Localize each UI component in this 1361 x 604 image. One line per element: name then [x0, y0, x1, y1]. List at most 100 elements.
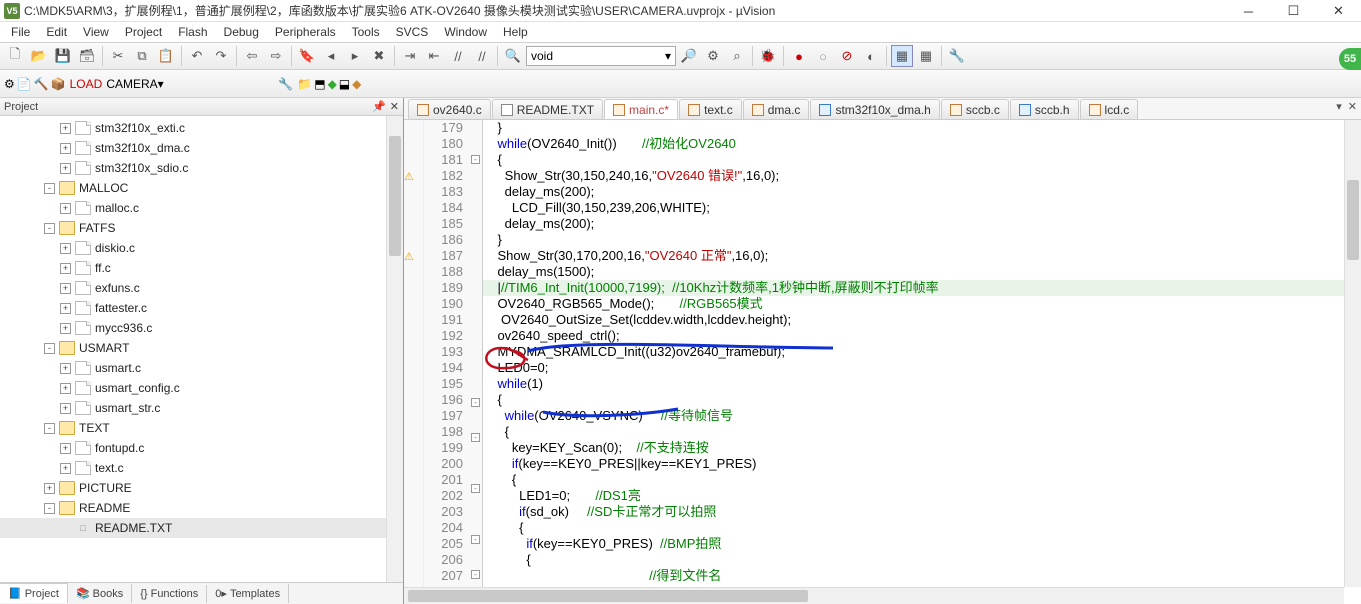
projtab-templates[interactable]: 0▸Templates	[207, 584, 289, 603]
incremental-icon[interactable]: ⌕	[726, 45, 748, 67]
expand-icon[interactable]: +	[60, 303, 71, 314]
expand-icon[interactable]: -	[44, 343, 55, 354]
code-area[interactable]: ⚠⚠ 1791801811821831841851861871881891901…	[404, 120, 1361, 604]
uncomment-icon[interactable]: //	[471, 45, 493, 67]
tree-scroll-thumb[interactable]	[389, 136, 401, 256]
fold-icon[interactable]: -	[471, 155, 480, 164]
debug-icon[interactable]: 🐞	[757, 45, 779, 67]
menu-edit[interactable]: Edit	[39, 23, 74, 41]
tree-node[interactable]: +fontupd.c	[0, 438, 403, 458]
code-line[interactable]: {	[483, 552, 1361, 568]
code-line[interactable]: MYDMA_SRAMLCD_Init((u32)ov2640_framebuf)…	[483, 344, 1361, 360]
window2-icon[interactable]: ▦	[915, 45, 937, 67]
code-line[interactable]: Show_Str(30,170,200,16,"OV2640 正常",16,0)…	[483, 248, 1361, 264]
tree-node[interactable]: +exfuns.c	[0, 278, 403, 298]
code-line[interactable]: OV2640_RGB565_Mode(); //RGB565模式	[483, 296, 1361, 312]
maximize-button[interactable]: ☐	[1271, 0, 1316, 22]
tree-node[interactable]: +fattester.c	[0, 298, 403, 318]
expand-icon[interactable]: -	[44, 423, 55, 434]
tree-node[interactable]: +stm32f10x_exti.c	[0, 118, 403, 138]
expand-icon[interactable]: +	[60, 403, 71, 414]
fold-column[interactable]: ------	[469, 120, 483, 604]
build-target-icon[interactable]: 📄	[17, 77, 32, 91]
open-icon[interactable]: 📂	[28, 45, 50, 67]
menu-help[interactable]: Help	[496, 23, 535, 41]
tree-node[interactable]: +text.c	[0, 458, 403, 478]
projtab-project[interactable]: 📘Project	[0, 583, 68, 603]
breakpoint-icon[interactable]: ●	[788, 45, 810, 67]
menu-svcs[interactable]: SVCS	[389, 23, 436, 41]
code-line[interactable]: OV2640_OutSize_Set(lcddev.width,lcddev.h…	[483, 312, 1361, 328]
packs-icon[interactable]: ◆	[328, 77, 337, 91]
code-line[interactable]: Show_Str(30,150,240,16,"OV2640 错误!",16,0…	[483, 168, 1361, 184]
indent-icon[interactable]: ⇥	[399, 45, 421, 67]
expand-icon[interactable]: +	[60, 143, 71, 154]
cut-icon[interactable]: ✂	[107, 45, 129, 67]
code-line[interactable]: }	[483, 120, 1361, 136]
code-line[interactable]: {	[483, 520, 1361, 536]
fold-icon[interactable]: -	[471, 433, 480, 442]
fold-icon[interactable]: -	[471, 570, 480, 579]
tree-scrollbar[interactable]	[386, 116, 403, 582]
tab-sccb-c[interactable]: sccb.c	[941, 99, 1009, 119]
tree-node[interactable]: -FATFS	[0, 218, 403, 238]
manage3-icon[interactable]: ⬓	[339, 77, 350, 91]
code-scrollbar-h[interactable]	[404, 587, 1344, 604]
tab-close-icon[interactable]: ✕	[1348, 100, 1357, 113]
findinfiles-icon[interactable]: ⚙	[702, 45, 724, 67]
menu-flash[interactable]: Flash	[171, 23, 214, 41]
code-line[interactable]: while(1)	[483, 376, 1361, 392]
menu-file[interactable]: File	[4, 23, 37, 41]
findreplace-icon[interactable]: 🔎	[678, 45, 700, 67]
expand-icon[interactable]: +	[60, 323, 71, 334]
menu-view[interactable]: View	[76, 23, 116, 41]
copy-icon[interactable]: ⧉	[131, 45, 153, 67]
expand-icon[interactable]: +	[60, 463, 71, 474]
tree-node[interactable]: +usmart.c	[0, 358, 403, 378]
tree-node[interactable]: -TEXT	[0, 418, 403, 438]
new-icon[interactable]: 🗋	[4, 45, 26, 67]
tree-node[interactable]: -README	[0, 498, 403, 518]
paste-icon[interactable]: 📋	[155, 45, 177, 67]
project-pin-icon[interactable]: 📌	[372, 101, 386, 113]
tab-dma-c[interactable]: dma.c	[743, 99, 810, 119]
bookmark-next-icon[interactable]: ▸	[344, 45, 366, 67]
expand-icon[interactable]: -	[44, 223, 55, 234]
code-line[interactable]: if(key==KEY0_PRES||key==KEY1_PRES)	[483, 456, 1361, 472]
save-icon[interactable]: 💾	[52, 45, 74, 67]
tab-text-c[interactable]: text.c	[679, 99, 742, 119]
window1-icon[interactable]: ▦	[891, 45, 913, 67]
code-line[interactable]: if(sd_ok) //SD卡正常才可以拍照	[483, 504, 1361, 520]
tree-node[interactable]: +diskio.c	[0, 238, 403, 258]
minimize-button[interactable]: ─	[1226, 0, 1271, 22]
tree-node[interactable]: +mycc936.c	[0, 318, 403, 338]
projtab-functions[interactable]: {}Functions	[132, 585, 207, 603]
menu-peripherals[interactable]: Peripherals	[268, 23, 343, 41]
code-line[interactable]: if(key==KEY0_PRES) //BMP拍照	[483, 536, 1361, 552]
fold-icon[interactable]: -	[471, 484, 480, 493]
tab-lcd-c[interactable]: lcd.c	[1080, 99, 1139, 119]
project-close-icon[interactable]: ✕	[390, 101, 399, 113]
tree-node[interactable]: +ff.c	[0, 258, 403, 278]
tab-ov2640-c[interactable]: ov2640.c	[408, 99, 491, 119]
expand-icon[interactable]: +	[60, 363, 71, 374]
expand-icon[interactable]: +	[44, 483, 55, 494]
manage4-icon[interactable]: ◆	[352, 77, 361, 91]
saveall-icon[interactable]: 🗃	[76, 45, 98, 67]
manage-icon[interactable]: 📁	[297, 77, 312, 91]
code-line[interactable]: delay_ms(1500);	[483, 264, 1361, 280]
code-line[interactable]: while(OV2640_VSYNC) //等待帧信号	[483, 408, 1361, 424]
code-line[interactable]: LCD_Fill(30,150,239,206,WHITE);	[483, 200, 1361, 216]
code-line[interactable]: //得到文件名	[483, 568, 1361, 584]
breakpoint-disable-icon[interactable]: ○	[812, 45, 834, 67]
fold-icon[interactable]: -	[471, 535, 480, 544]
target-combo[interactable]: CAMERA▾	[106, 77, 276, 91]
expand-icon[interactable]: +	[60, 443, 71, 454]
expand-icon[interactable]: +	[60, 283, 71, 294]
code-scrollbar-v[interactable]	[1344, 120, 1361, 587]
tab-stm32f10x-dma-h[interactable]: stm32f10x_dma.h	[810, 99, 939, 119]
tree-node[interactable]: -USMART	[0, 338, 403, 358]
code-line[interactable]: {	[483, 392, 1361, 408]
find-icon[interactable]: 🔍	[502, 45, 524, 67]
code-lines[interactable]: } while(OV2640_Init()) //初始化OV2640 { Sho…	[483, 120, 1361, 604]
